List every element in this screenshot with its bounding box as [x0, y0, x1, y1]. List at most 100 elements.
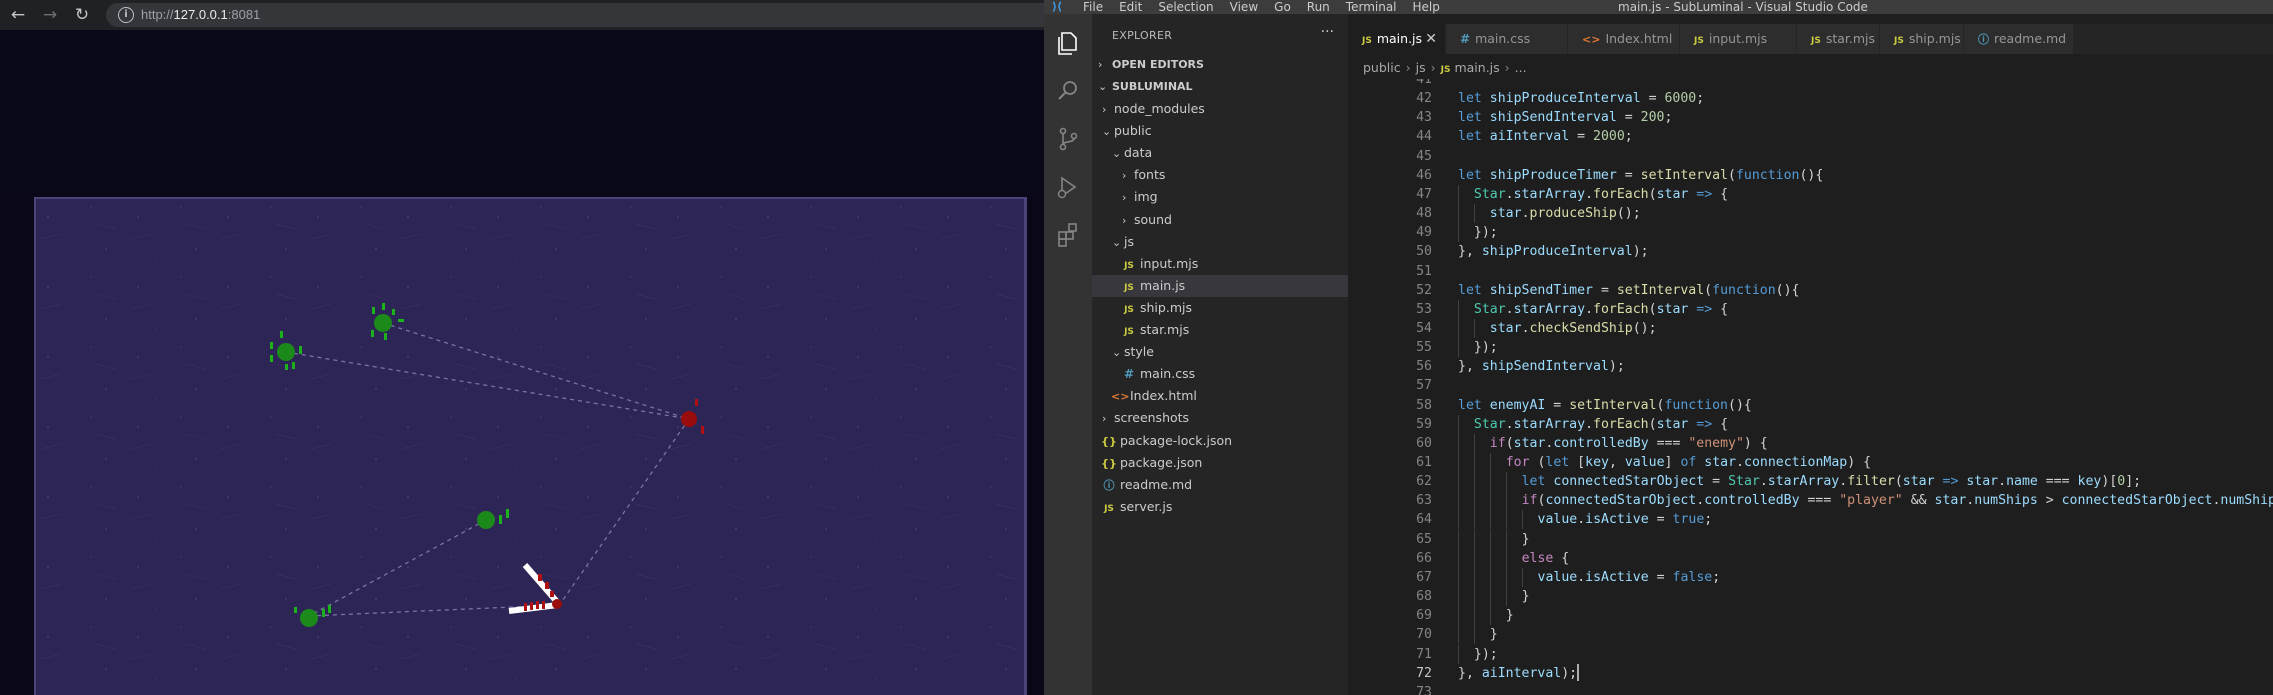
tree-item[interactable]: # main.css: [1092, 363, 1348, 385]
tree-item[interactable]: JS ship.mjs: [1092, 297, 1348, 319]
tree-item[interactable]: {} package-lock.json: [1092, 430, 1348, 452]
chevron-right-icon: ›: [1122, 213, 1127, 227]
code-line: 72}, aiInterval);: [1348, 664, 2273, 683]
game-canvas[interactable]: [34, 197, 1027, 695]
chevron-right-icon: ›: [1405, 60, 1411, 75]
tab-input-mjs[interactable]: JS input.mjs: [1680, 24, 1797, 54]
code-editor[interactable]: 41 42 let shipProduceInterval = 6000; 43 let…: [1348, 79, 2273, 695]
open-editors-section[interactable]: › OPEN EDITORS: [1092, 55, 1348, 75]
breadcrumb-more[interactable]: ...: [1515, 60, 1527, 75]
menu-selection[interactable]: Selection: [1158, 0, 1213, 14]
code-line: 73: [1348, 683, 2273, 695]
activity-bar: [1044, 14, 1092, 695]
indent-guide: [1521, 567, 1523, 587]
breadcrumb-file[interactable]: main.js: [1454, 60, 1499, 75]
tab-label: ship.mjs: [1908, 31, 1961, 46]
source-control-icon[interactable]: [1053, 124, 1083, 154]
tree-item[interactable]: › fonts: [1092, 164, 1348, 186]
reload-icon[interactable]: ↻: [70, 3, 94, 27]
breadcrumb-public[interactable]: public: [1363, 60, 1401, 75]
extensions-icon[interactable]: [1053, 220, 1083, 250]
indent-guide: [1489, 567, 1491, 587]
indent-guide: [1458, 472, 1459, 492]
tree-item[interactable]: › node_modules: [1092, 98, 1348, 120]
line-number: 59: [1416, 416, 1432, 432]
code-line: 53 Star.starArray.forEach(star => {: [1348, 299, 2273, 319]
tree-item[interactable]: ⌄ data: [1092, 142, 1348, 164]
menu-edit[interactable]: Edit: [1119, 0, 1142, 14]
indent-guide: [1489, 548, 1491, 568]
indent-guide: [1489, 606, 1491, 626]
tree-item-label: package.json: [1120, 454, 1203, 470]
forward-arrow-icon[interactable]: →: [38, 3, 62, 27]
site-info-icon[interactable]: i: [118, 7, 134, 23]
line-number: 60: [1416, 435, 1432, 451]
code-line: 48 star.produceShip();: [1348, 204, 2273, 224]
back-arrow-icon[interactable]: ←: [6, 3, 30, 27]
run-debug-icon[interactable]: [1053, 172, 1083, 202]
indent-guide: [1473, 472, 1475, 492]
tree-item[interactable]: ⌄ public: [1092, 120, 1348, 142]
starfield: [36, 199, 1026, 695]
url-text[interactable]: http://127.0.0.1:8081: [141, 7, 260, 22]
menu-view[interactable]: View: [1230, 0, 1258, 14]
line-number: 43: [1416, 110, 1432, 126]
tab-index-html[interactable]: <> Index.html: [1568, 24, 1680, 54]
tree-item[interactable]: ⌄ js: [1092, 231, 1348, 253]
tree-item[interactable]: JS server.js: [1092, 496, 1348, 518]
tree-item[interactable]: JS main.js: [1092, 274, 1348, 297]
tab-main-css[interactable]: # main.css: [1446, 24, 1568, 54]
line-number: 62: [1416, 474, 1432, 490]
menu-terminal[interactable]: Terminal: [1346, 0, 1397, 14]
tree-item-label: Index.html: [1130, 388, 1197, 404]
menu-go[interactable]: Go: [1274, 0, 1291, 14]
menu-help[interactable]: Help: [1413, 0, 1440, 14]
tree-item[interactable]: › img: [1092, 186, 1348, 208]
indent-guide: [1489, 491, 1491, 511]
indent-guide: [1458, 587, 1459, 607]
tree-item[interactable]: JS input.mjs: [1092, 253, 1348, 275]
breadcrumb-js[interactable]: js: [1416, 60, 1426, 75]
tab-readme-md[interactable]: ⓘ readme.md: [1964, 24, 2074, 54]
line-number: 41: [1416, 79, 1432, 87]
indent-guide: [1473, 548, 1475, 568]
tree-item[interactable]: <>Index.html: [1092, 385, 1348, 407]
code-line: 60 if(star.controlledBy === "enemy") {: [1348, 433, 2273, 453]
explorer-files-icon[interactable]: [1053, 28, 1083, 58]
menu-file[interactable]: File: [1083, 0, 1103, 14]
indent-guide: [1505, 472, 1507, 492]
menu-run[interactable]: Run: [1307, 0, 1330, 14]
tree-item[interactable]: {} package.json: [1092, 452, 1348, 474]
tree-item[interactable]: › sound: [1092, 209, 1348, 231]
tree-item[interactable]: JS star.mjs: [1092, 319, 1348, 341]
code-text: }, shipSendInterval);: [1458, 359, 1625, 375]
browser-window: ← → ↻ i http://127.0.0.1:8081: [0, 0, 1044, 695]
chevron-down-icon: ⌄: [1112, 346, 1122, 360]
code-text: value.isActive = false;: [1537, 569, 1721, 585]
line-number: 67: [1416, 569, 1432, 585]
tree-item-label: package-lock.json: [1120, 432, 1233, 448]
tab-bar: JS main.js ✕ # main.css <> Index.html JS input.m…: [1348, 24, 2273, 54]
tab-label: star.mjs: [1825, 31, 1876, 46]
tree-item[interactable]: › screenshots: [1092, 407, 1348, 429]
search-icon[interactable]: [1053, 76, 1083, 106]
code-line: 45: [1348, 147, 2273, 166]
indent-guide: [1489, 510, 1491, 530]
indent-guide: [1458, 318, 1459, 338]
tab-main-js[interactable]: JS main.js ✕: [1348, 24, 1446, 54]
code-text: }: [1505, 608, 1514, 624]
code-line: 51: [1348, 262, 2273, 281]
project-section[interactable]: ⌄ SUBLUMINAL: [1092, 77, 1348, 97]
tree-item[interactable]: ⌄ style: [1092, 341, 1348, 363]
browser-toolbar: ← → ↻ i http://127.0.0.1:8081: [0, 0, 1044, 30]
tree-item[interactable]: ⓘ readme.md: [1092, 474, 1348, 496]
tab-ship-mjs[interactable]: JS ship.mjs: [1880, 24, 1964, 54]
code-text: }: [1521, 589, 1530, 605]
js-file-icon: JS: [1124, 327, 1134, 337]
close-icon[interactable]: ✕: [1425, 24, 1437, 54]
tree-item-label: ship.mjs: [1140, 299, 1192, 315]
address-bar[interactable]: i http://127.0.0.1:8081: [106, 3, 1044, 27]
js-file-icon: JS: [1811, 36, 1821, 46]
more-actions-icon[interactable]: ···: [1321, 24, 1334, 40]
tab-star-mjs[interactable]: JS star.mjs: [1797, 24, 1880, 54]
